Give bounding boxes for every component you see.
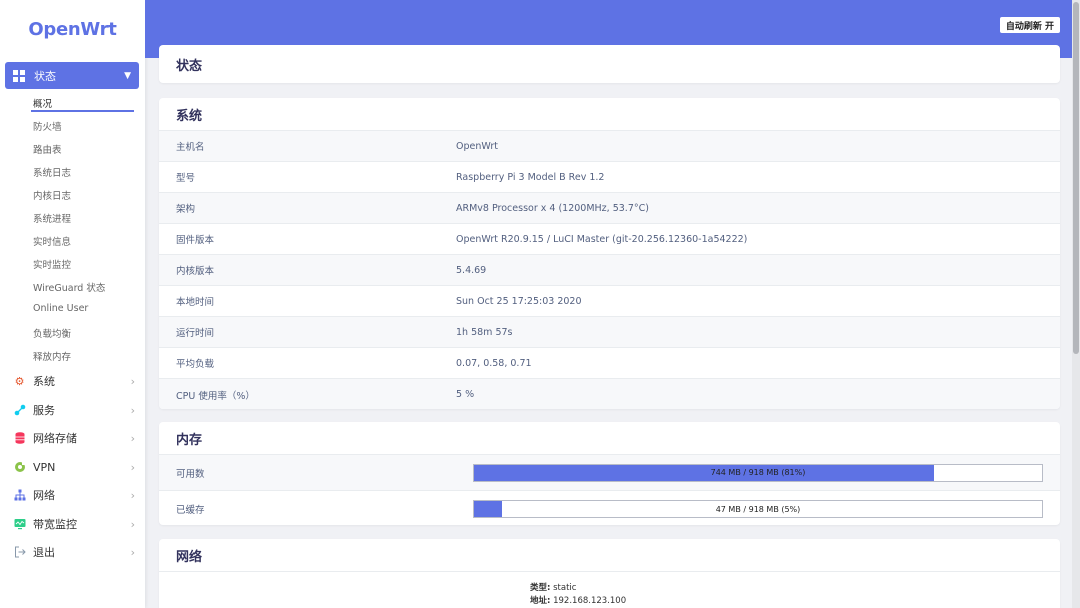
submenu-item-online-user[interactable]: Online User [33, 303, 88, 314]
memory-cached-bar: 47 MB / 918 MB (5%) [473, 500, 1043, 518]
table-row: CPU 使用率（%） 5 % [159, 379, 1060, 409]
auto-refresh-button[interactable]: 自动刷新 开 [999, 17, 1060, 33]
dashboard-icon [13, 69, 25, 82]
table-row: 主机名 OpenWrt [159, 131, 1060, 162]
row-key: 平均负载 [176, 359, 215, 370]
sidebar-item-vpn[interactable]: VPN › [13, 457, 135, 477]
sidebar-item-bandwidth-monitor[interactable]: 带宽监控 › [13, 514, 135, 534]
submenu-item-overview[interactable]: 概况 [33, 96, 52, 110]
row-value: 1h 58m 57s [456, 326, 513, 338]
scrollbar-thumb[interactable] [1073, 2, 1079, 354]
sidebar-item-network-storage[interactable]: 网络存储 › [13, 428, 135, 448]
row-key: 本地时间 [176, 297, 215, 308]
system-title: 系统 [159, 98, 1060, 131]
row-key: 内核版本 [176, 266, 215, 277]
submenu-item-realtime-info[interactable]: 实时信息 [33, 234, 71, 248]
row-value: Raspberry Pi 3 Model B Rev 1.2 [456, 171, 605, 183]
sidebar-item-logout[interactable]: 退出 › [13, 542, 135, 562]
submenu-item-wireguard[interactable]: WireGuard 状态 [33, 280, 105, 294]
chevron-right-icon: › [130, 545, 135, 559]
monitor-icon [13, 518, 26, 531]
sidebar-item-label: 状态 [34, 69, 56, 83]
sidebar-item-label: VPN [33, 460, 56, 474]
memory-available-label: 可用数 [176, 468, 205, 480]
vpn-icon [13, 461, 26, 474]
brand-logo[interactable]: OpenWrt [0, 0, 145, 58]
table-row: 平均负载 0.07, 0.58, 0.71 [159, 348, 1060, 379]
progress-text: 47 MB / 918 MB (5%) [715, 504, 801, 514]
sitemap-icon [13, 489, 26, 502]
sidebar-item-network[interactable]: 网络 › [13, 485, 135, 505]
logout-icon [13, 546, 26, 559]
network-type-label: 类型: [530, 583, 551, 593]
row-key: 架构 [176, 204, 196, 215]
chevron-right-icon: › [130, 431, 135, 445]
table-row: 架构 ARMv8 Processor x 4 (1200MHz, 53.7°C) [159, 193, 1060, 224]
row-value: OpenWrt [456, 140, 498, 152]
submenu-active-indicator [31, 110, 134, 112]
submenu-item-realtime-monitor[interactable]: 实时监控 [33, 257, 71, 271]
row-value: OpenWrt R20.9.15 / LuCI Master (git-20.2… [456, 233, 748, 245]
memory-cached-row: 已缓存 47 MB / 918 MB (5%) [159, 491, 1060, 525]
memory-cached-label: 已缓存 [176, 505, 205, 516]
sidebar-item-label: 服务 [33, 404, 55, 417]
row-key: 固件版本 [176, 235, 215, 246]
page-title: 状态 [176, 58, 203, 74]
gear-icon: ⚙ [14, 374, 25, 388]
network-address-label: 地址: [530, 596, 551, 606]
row-value: 0.07, 0.58, 0.71 [456, 357, 532, 369]
nodes-icon [13, 404, 26, 417]
network-details: 类型: static 地址: 192.168.123.100 [530, 582, 626, 608]
sidebar-item-label: 网络存储 [33, 432, 77, 445]
row-value: 5 % [456, 389, 475, 400]
row-key: CPU 使用率（%） [176, 390, 255, 402]
row-value: Sun Oct 25 17:25:03 2020 [456, 295, 582, 307]
sidebar-item-services[interactable]: 服务 › [13, 400, 135, 420]
sidebar-item-label: 系统 [33, 375, 55, 388]
submenu-item-load-balance[interactable]: 负载均衡 [33, 326, 71, 340]
network-address-value: 192.168.123.100 [553, 596, 627, 606]
table-row: 固件版本 OpenWrt R20.9.15 / LuCI Master (git-… [159, 224, 1060, 255]
system-card: 系统 主机名 OpenWrt 型号 Raspberry Pi 3 Model B R… [159, 98, 1060, 409]
page-scrollbar[interactable] [1072, 0, 1080, 608]
chevron-right-icon: › [130, 374, 135, 388]
sidebar-item-label: 网络 [33, 489, 55, 502]
chevron-right-icon: › [130, 460, 135, 474]
memory-card: 内存 可用数 744 MB / 918 MB (81%) 已缓存 47 MB /… [159, 422, 1060, 525]
network-card: 网络 类型: static 地址: 192.168.123.100 [159, 539, 1060, 608]
sidebar-item-system[interactable]: ⚙ 系统 › [13, 371, 135, 391]
memory-available-bar: 744 MB / 918 MB (81%) [473, 463, 1043, 482]
row-key: 型号 [176, 173, 196, 184]
submenu-item-processes[interactable]: 系统进程 [33, 211, 71, 225]
submenu-item-syslog[interactable]: 系统日志 [33, 165, 71, 179]
chevron-right-icon: › [130, 403, 135, 417]
submenu-item-free-memory[interactable]: 释放内存 [33, 349, 71, 363]
network-title: 网络 [159, 539, 1060, 572]
row-key: 主机名 [176, 142, 205, 153]
submenu-item-routes[interactable]: 路由表 [33, 142, 62, 156]
chevron-right-icon: › [130, 517, 135, 531]
submenu-item-kernel-log[interactable]: 内核日志 [33, 188, 71, 202]
sidebar-item-label: 带宽监控 [33, 518, 77, 531]
database-icon [13, 432, 26, 445]
page-title-card: 状态 [159, 45, 1060, 83]
sidebar: OpenWrt 状态 ▼ 概况 防火墙 路由表 系统日志 内核日志 系统进程 实… [0, 0, 145, 608]
progress-text: 744 MB / 918 MB (81%) [710, 468, 806, 477]
sidebar-item-label: 退出 [33, 546, 55, 559]
row-value: ARMv8 Processor x 4 (1200MHz, 53.7°C) [456, 202, 649, 214]
row-value: 5.4.69 [456, 264, 487, 276]
chevron-down-icon: ▼ [124, 70, 131, 81]
chevron-right-icon: › [130, 488, 135, 502]
submenu-item-firewall[interactable]: 防火墙 [33, 119, 62, 133]
table-row: 内核版本 5.4.69 [159, 255, 1060, 286]
row-key: 运行时间 [176, 328, 215, 339]
table-row: 运行时间 1h 58m 57s [159, 317, 1060, 348]
table-row: 型号 Raspberry Pi 3 Model B Rev 1.2 [159, 162, 1060, 193]
sidebar-item-status[interactable]: 状态 ▼ [5, 62, 139, 89]
network-type-value: static [553, 583, 577, 593]
memory-available-row: 可用数 744 MB / 918 MB (81%) [159, 455, 1060, 491]
table-row: 本地时间 Sun Oct 25 17:25:03 2020 [159, 286, 1060, 317]
memory-title: 内存 [159, 422, 1060, 455]
system-table: 主机名 OpenWrt 型号 Raspberry Pi 3 Model B Rev … [159, 131, 1060, 409]
